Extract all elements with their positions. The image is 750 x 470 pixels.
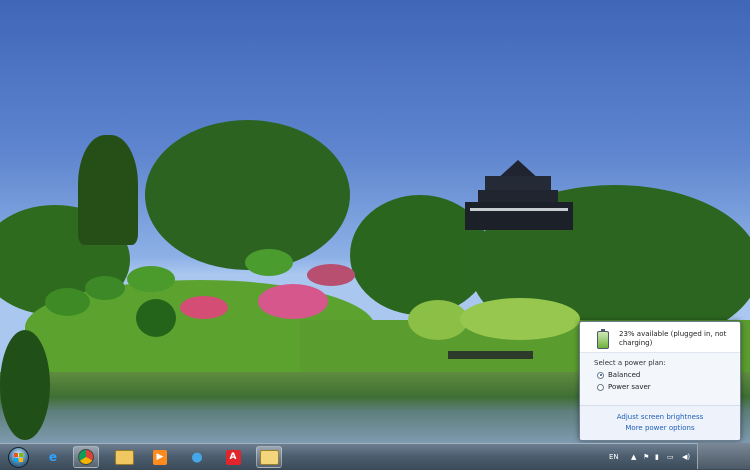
action-center-button[interactable]: ⚑ xyxy=(643,444,649,470)
foreground-tree xyxy=(0,330,50,440)
avira-taskbar-button[interactable]: A xyxy=(220,446,246,468)
volume-tray-button[interactable]: ◀) xyxy=(682,444,690,470)
chevron-up-icon: ▲ xyxy=(631,453,637,461)
file-manager-taskbar-button[interactable] xyxy=(111,446,137,468)
people-icon: ● xyxy=(191,449,203,465)
large-tree xyxy=(145,120,350,270)
flowering-bush xyxy=(307,264,355,286)
balanced-label: Balanced xyxy=(608,371,641,379)
battery-icon xyxy=(597,329,609,349)
battery-status-text: 23% available (plugged in, not charging) xyxy=(619,330,727,347)
balanced-radio-button[interactable] xyxy=(597,371,604,379)
power-saver-label: Power saver xyxy=(608,383,651,391)
bush xyxy=(136,299,176,337)
bush xyxy=(85,276,125,300)
castle xyxy=(465,160,573,232)
media-player-taskbar-button[interactable]: ▶ xyxy=(147,446,173,468)
power-plan-power-saver[interactable]: Power saver xyxy=(597,383,651,391)
flowering-bush xyxy=(258,284,328,319)
bush xyxy=(245,249,293,276)
language-indicator[interactable]: EN xyxy=(609,444,619,470)
battery-flyout: 23% available (plugged in, not charging)… xyxy=(579,321,741,441)
power-plan-balanced[interactable]: Balanced xyxy=(597,371,640,379)
language-label: EN xyxy=(609,453,619,461)
folder-icon xyxy=(259,449,279,465)
adjust-brightness-link[interactable]: Adjust screen brightness xyxy=(580,413,740,421)
power-plan-title: Select a power plan: xyxy=(594,359,666,367)
bridge xyxy=(448,351,533,359)
bush xyxy=(460,298,580,340)
bush xyxy=(45,288,90,316)
network-icon: ▭ xyxy=(667,453,674,461)
battery-tray-button[interactable]: ▮ xyxy=(655,444,659,470)
network-tray-button[interactable]: ▭ xyxy=(667,444,674,470)
media-player-icon: ▶ xyxy=(153,449,167,465)
windows-start-icon xyxy=(7,446,29,468)
battery-status-panel: 23% available (plugged in, not charging) xyxy=(580,322,740,353)
internet-explorer-taskbar-button[interactable]: e xyxy=(40,446,66,468)
folder-icon xyxy=(114,449,134,465)
power-links-area: Adjust screen brightness More power opti… xyxy=(580,405,740,440)
chrome-icon xyxy=(78,449,94,465)
bush xyxy=(127,266,175,292)
more-power-options-link[interactable]: More power options xyxy=(580,424,740,432)
battery-icon: ▮ xyxy=(655,453,659,461)
tray-expand-button[interactable]: ▲ xyxy=(631,444,636,470)
flowering-bush xyxy=(180,296,228,319)
taskbar: e ▶ ● A EN ▲ ⚑ ▮ ▭ ◀) xyxy=(0,443,750,470)
flag-icon: ⚑ xyxy=(643,453,650,461)
chrome-taskbar-button[interactable] xyxy=(73,446,99,468)
folder-taskbar-button[interactable] xyxy=(256,446,282,468)
pine-tree xyxy=(78,135,138,245)
people-taskbar-button[interactable]: ● xyxy=(184,446,210,468)
avira-icon: A xyxy=(225,449,241,465)
volume-icon: ◀) xyxy=(682,453,691,461)
bush xyxy=(408,300,468,340)
show-desktop-button[interactable] xyxy=(697,443,750,469)
power-saver-radio-button[interactable] xyxy=(597,383,604,391)
start-button[interactable] xyxy=(4,444,32,470)
internet-explorer-icon: e xyxy=(48,450,58,464)
